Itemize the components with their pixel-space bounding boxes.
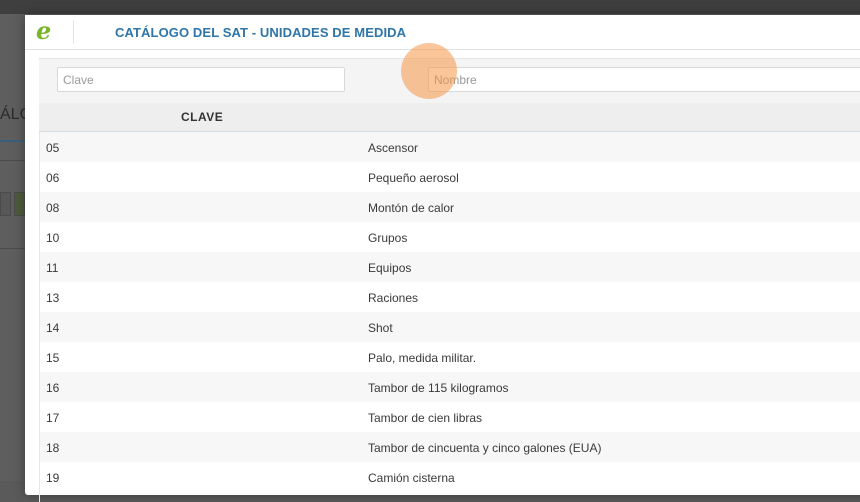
table-row[interactable]: 15 Palo, medida militar. xyxy=(40,342,860,372)
column-header-clave[interactable]: CLAVE xyxy=(181,110,223,124)
table-row[interactable]: 10 Grupos xyxy=(40,222,860,252)
table-row[interactable]: 11 Equipos xyxy=(40,252,860,282)
cell-nombre: Tambor de 115 kilogramos xyxy=(368,381,509,395)
cell-nombre: Grupos xyxy=(368,231,408,245)
cell-clave: 18 xyxy=(46,441,60,455)
table-row[interactable]: 13 Raciones xyxy=(40,282,860,312)
cell-nombre: Tambor de cien libras xyxy=(368,411,483,425)
background-toolbar-button xyxy=(0,192,11,216)
background-top-bar xyxy=(0,0,860,14)
cell-nombre: Tambor de cincuenta y cinco galones (EUA… xyxy=(368,441,602,455)
cell-nombre: Equipos xyxy=(368,261,412,275)
cell-clave: 15 xyxy=(46,351,60,365)
table-row[interactable]: 05 Ascensor xyxy=(40,132,860,162)
table-header: CLAVE xyxy=(39,103,860,132)
cell-nombre: Ascensor xyxy=(368,141,419,155)
table-body: 05 Ascensor 06 Pequeño aerosol 08 Montón de c… xyxy=(39,132,860,502)
cell-clave: 14 xyxy=(46,321,60,335)
background-divider xyxy=(0,160,25,161)
table-row[interactable]: 06 Pequeño aerosol xyxy=(40,162,860,192)
background-divider xyxy=(0,248,25,249)
cell-nombre: Pequeño aerosol xyxy=(368,171,459,185)
header-separator xyxy=(73,20,74,44)
background-toolbar-button xyxy=(14,192,25,216)
cell-nombre: Palo, medida militar. xyxy=(368,351,477,365)
modal-title: CATÁLOGO DEL SAT - UNIDADES DE MEDIDA xyxy=(115,25,407,40)
table-row[interactable]: 17 Tambor de cien libras xyxy=(40,402,860,432)
table-row[interactable]: 18 Tambor de cincuenta y cinco galones (E… xyxy=(40,432,860,462)
cell-clave: 16 xyxy=(46,381,60,395)
table-row[interactable]: 14 Shot xyxy=(40,312,860,342)
cell-nombre: Raciones xyxy=(368,291,419,305)
cell-nombre: Montón de calor xyxy=(368,201,455,215)
background-title-underline xyxy=(0,140,25,142)
table-row[interactable]: 19 Camión cisterna xyxy=(40,462,860,492)
cell-clave: 11 xyxy=(46,261,59,275)
nombre-filter-input[interactable] xyxy=(428,67,860,92)
clave-filter-input[interactable] xyxy=(57,67,345,92)
cell-clave: 10 xyxy=(46,231,60,245)
modal-header: e CATÁLOGO DEL SAT - UNIDADES DE MEDIDA xyxy=(25,15,860,50)
cell-nombre: Camión cisterna xyxy=(368,471,455,485)
cell-clave: 08 xyxy=(46,201,60,215)
app-logo: e xyxy=(36,16,52,45)
table-row[interactable]: 16 Tambor de 115 kilogramos xyxy=(40,372,860,402)
cell-clave: 19 xyxy=(46,471,60,485)
cell-clave: 05 xyxy=(46,141,60,155)
table-row[interactable]: 08 Montón de calor xyxy=(40,192,860,222)
cell-nombre: Shot xyxy=(368,321,393,335)
cell-clave: 13 xyxy=(46,291,60,305)
cell-clave: 17 xyxy=(46,411,60,425)
cell-clave: 06 xyxy=(46,171,60,185)
click-indicator xyxy=(402,44,456,98)
